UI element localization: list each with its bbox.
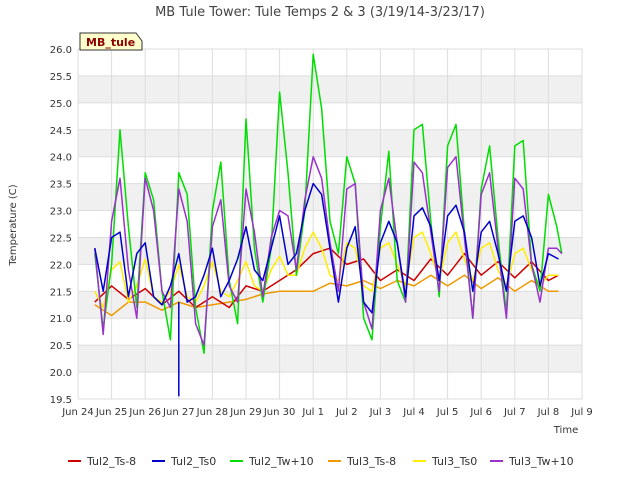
plot-band [78,102,582,130]
x-tick-label: Jul 3 [369,407,392,418]
y-tick-label: 23.5 [50,180,72,191]
legend-label: Tul3_Ts-8 [346,455,396,468]
y-tick-label: 26.0 [50,45,72,56]
x-tick-label: Jun 30 [263,407,296,418]
y-tick-label: 23.0 [50,207,72,218]
chart: MB Tule Tower: Tule Temps 2 & 3 (3/19/14… [8,5,593,468]
chart-title: MB Tule Tower: Tule Temps 2 & 3 (3/19/14… [155,5,485,20]
plot-band [78,372,582,399]
y-tick-label: 25.0 [50,99,72,110]
x-tick-label: Jun 25 [95,407,128,418]
x-tick-label: Jul 2 [335,407,358,418]
y-tick-label: 24.0 [50,153,72,164]
x-tick-label: Jun 29 [229,407,262,418]
y-tick-labels: 19.5 20.0 20.5 21.0 21.5 22.0 22.5 23.0 23.5 24.0… [50,45,72,406]
x-tick-label: Jul 7 [503,407,526,418]
legend-label: Tul2_Tw+10 [248,455,314,468]
plot-band [78,75,582,103]
plot-band [78,318,582,346]
legend: Tul2_Ts-8 Tul2_Ts0 Tul2_Tw+10 Tul3_Ts-8 Tul3… [68,455,574,468]
x-tick-label: Jul 6 [469,407,492,418]
y-tick-label: 19.5 [50,395,72,406]
y-tick-label: 21.0 [50,314,72,325]
legend-label: Tul3_Ts0 [431,455,477,468]
legend-label: Tul2_Ts-8 [86,455,136,468]
x-tick-label: Jun 27 [162,407,195,418]
x-axis-label: Time [553,425,578,436]
y-tick-label: 20.5 [50,341,72,352]
site-tag: MB_tule [79,32,143,51]
plot-band [78,129,582,157]
legend-label: Tul3_Tw+10 [508,455,574,468]
x-tick-label: Jun 24 [61,407,94,418]
y-tick-label: 21.5 [50,287,72,298]
y-tick-label: 22.0 [50,260,72,271]
y-tick-label: 24.5 [50,126,72,137]
x-tick-labels: Jun 24 Jun 25 Jun 26 Jun 27 Jun 28 Jun 29 Jun … [61,407,593,418]
x-tick-label: Jun 26 [128,407,161,418]
x-tick-label: Jul 5 [436,407,459,418]
site-tag-label: MB_tule [86,36,135,49]
legend-label: Tul2_Ts0 [170,455,216,468]
y-tick-label: 22.5 [50,233,72,244]
x-tick-label: Jul 1 [301,407,324,418]
plot-band [78,49,582,76]
plot-band [78,156,582,184]
y-axis-label: Temperature (C) [8,184,19,266]
x-tick-label: Jul 9 [570,407,593,418]
y-tick-label: 20.0 [50,368,72,379]
x-tick-label: Jul 8 [537,407,560,418]
plot-band [78,345,582,373]
x-tick-label: Jul 4 [402,407,425,418]
y-tick-label: 25.5 [50,72,72,83]
x-tick-label: Jun 28 [196,407,229,418]
